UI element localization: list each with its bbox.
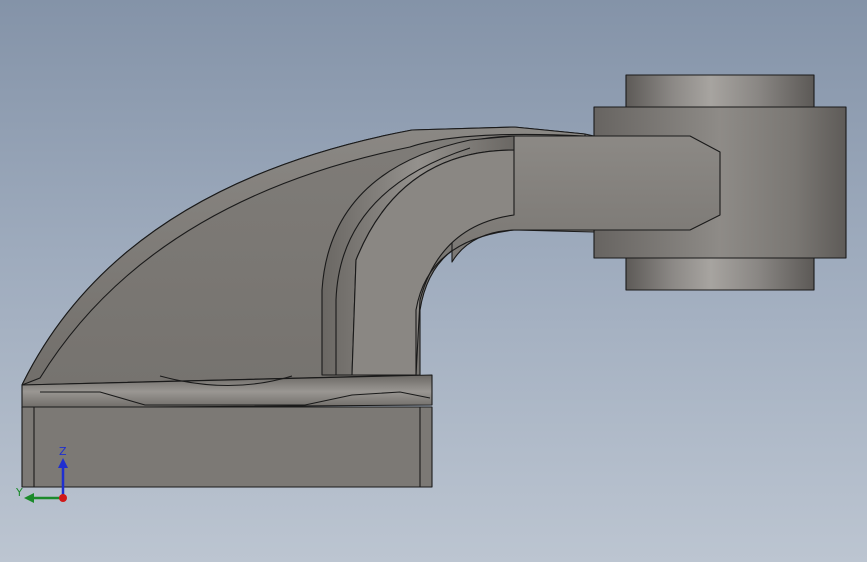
axis-triad: Z Y	[15, 445, 68, 503]
x-axis-dot	[59, 494, 67, 502]
cylinder-lower-ring	[625, 257, 815, 291]
cylinder-upper-ring	[625, 74, 815, 108]
bracket-arm-part[interactable]	[21, 74, 847, 488]
z-axis-label: Z	[59, 445, 67, 458]
3d-viewport[interactable]	[0, 0, 867, 562]
y-axis-label: Y	[15, 486, 23, 499]
z-axis-arrow	[58, 458, 68, 468]
y-axis-arrow	[24, 493, 34, 503]
base-block	[21, 406, 433, 488]
